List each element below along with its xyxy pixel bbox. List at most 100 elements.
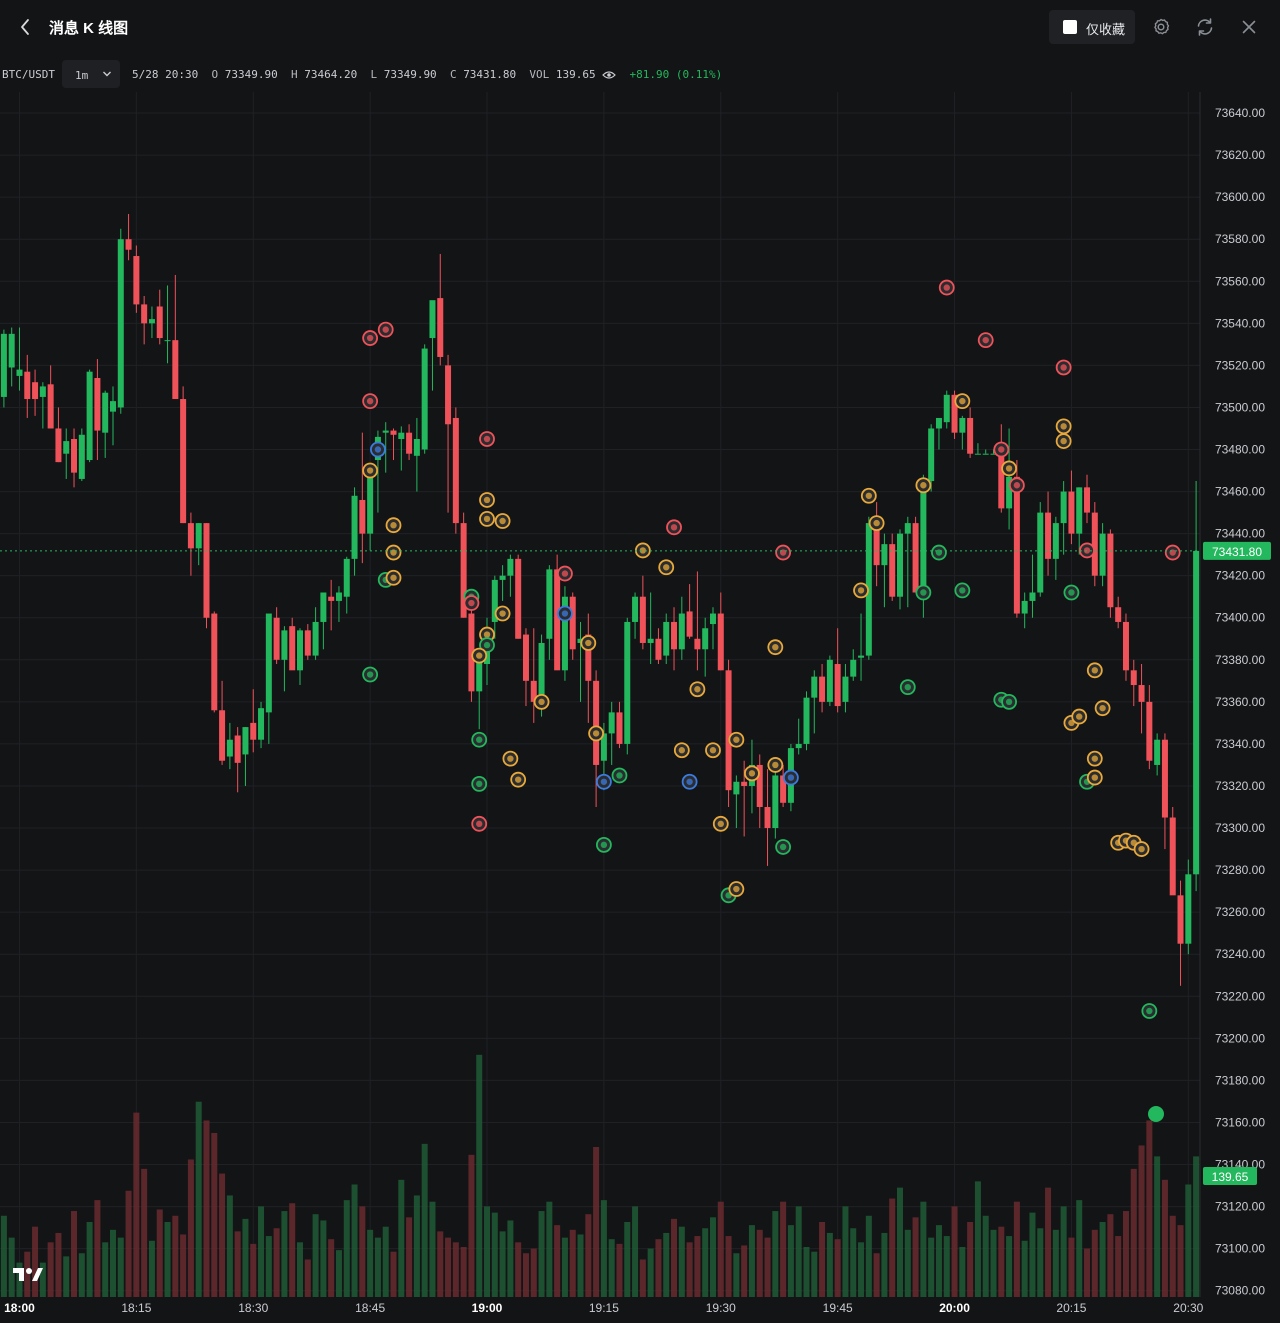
candle-body	[920, 481, 927, 593]
volume-bar	[273, 1228, 280, 1297]
volume-bar	[585, 1214, 592, 1297]
message-marker-avatar	[561, 570, 569, 577]
volume-bar	[663, 1232, 670, 1297]
volume-bar	[795, 1206, 802, 1297]
volume-bar	[258, 1206, 265, 1297]
volume-bar	[1122, 1211, 1129, 1297]
price-tick-label: 73360.00	[1215, 695, 1265, 709]
volume-bar	[819, 1222, 826, 1297]
time-tick-label: 20:30	[1173, 1301, 1203, 1315]
ohlc-readout: 5/28 20:30 O 73349.90 H 73464.20 L 73349…	[132, 68, 722, 81]
message-marker-avatar	[779, 843, 787, 851]
volume-bar	[1091, 1229, 1098, 1297]
message-marker-avatar	[998, 446, 1005, 453]
message-marker-avatar	[733, 736, 740, 743]
volume-bar	[694, 1236, 701, 1297]
message-marker-avatar	[476, 736, 483, 743]
price-tick-label: 73400.00	[1215, 611, 1265, 625]
high-label: H	[290, 68, 298, 81]
message-marker-avatar	[483, 496, 491, 504]
candle-body	[826, 659, 833, 702]
candle-body	[928, 428, 935, 482]
message-marker-avatar	[507, 755, 514, 762]
volume-bar	[561, 1237, 568, 1297]
candle-body	[935, 417, 942, 429]
volume-bar	[203, 1120, 210, 1297]
candle-body	[678, 613, 685, 650]
candle-body	[335, 592, 342, 601]
candle-body	[686, 611, 693, 637]
price-tick-label: 73220.00	[1215, 989, 1265, 1003]
gear-icon	[1154, 18, 1170, 35]
candle-body	[647, 638, 654, 643]
time-tick-label: 18:45	[355, 1301, 385, 1315]
time-tick-label: 20:00	[939, 1301, 970, 1315]
price-tick-label: 73580.00	[1215, 232, 1265, 246]
message-marker-avatar	[982, 336, 989, 344]
eye-icon[interactable]	[602, 70, 617, 80]
candle-body	[250, 722, 257, 740]
volume-bar	[164, 1222, 171, 1297]
volume-bar	[1130, 1168, 1137, 1297]
checkbox-box[interactable]	[1063, 20, 1077, 34]
favorites-only-checkbox[interactable]: 仅收藏	[1049, 10, 1135, 44]
close-button[interactable]	[1237, 15, 1261, 39]
volume-bar	[546, 1201, 553, 1297]
message-marker-avatar	[1083, 547, 1091, 554]
candle-body	[819, 676, 826, 702]
volume-bar	[445, 1237, 452, 1297]
message-marker-avatar	[920, 482, 927, 489]
volume-bar	[0, 1215, 7, 1297]
price-tick-label: 73240.00	[1215, 947, 1265, 961]
candle-body	[639, 596, 646, 643]
volume-bar	[47, 1242, 54, 1297]
candle-body	[125, 239, 132, 250]
volume-bar	[421, 1143, 428, 1297]
volume-bar	[577, 1234, 584, 1297]
candle-body	[0, 333, 7, 397]
back-button[interactable]	[14, 14, 38, 40]
volume-bar	[569, 1229, 576, 1297]
volume-bar	[1060, 1206, 1067, 1297]
volume-bar	[343, 1200, 350, 1297]
volume-bar	[437, 1231, 444, 1297]
volume-bar	[725, 1236, 732, 1297]
candle-body	[281, 630, 288, 660]
message-marker-avatar	[600, 778, 608, 785]
volume-bar	[1068, 1237, 1075, 1297]
message-marker-avatar	[366, 397, 374, 405]
volume-bar	[71, 1211, 78, 1297]
volume-bar	[320, 1220, 327, 1297]
volume-bar	[195, 1101, 202, 1297]
volume-bar	[180, 1234, 187, 1297]
volume-bar	[468, 1154, 475, 1297]
settings-button[interactable]	[1149, 15, 1173, 39]
volume-bar	[982, 1215, 989, 1297]
message-marker-avatar	[717, 820, 724, 828]
candle-body	[390, 430, 397, 435]
price-tick-label: 73180.00	[1215, 1073, 1265, 1087]
price-chart[interactable]: 73640.00 73620.00 73600.00 73580.00 73560.00…	[0, 92, 1280, 1323]
volume-bar	[616, 1243, 623, 1297]
message-marker-avatar	[779, 549, 787, 556]
volume-bar	[398, 1179, 405, 1297]
interval-select[interactable]: 1m	[62, 60, 120, 88]
candle-body	[382, 430, 389, 433]
chart-grid	[0, 92, 1200, 1297]
message-marker-avatar	[772, 643, 779, 651]
message-marker-avatar	[1076, 713, 1083, 720]
volume-bar	[678, 1226, 685, 1297]
message-marker-avatar	[1138, 845, 1145, 853]
message-marker-avatar	[865, 492, 873, 499]
volume-bar	[1099, 1222, 1106, 1297]
volume-bar	[429, 1201, 436, 1297]
candle-body	[1154, 739, 1161, 765]
candle-body	[172, 340, 179, 400]
volume-bar	[959, 1247, 966, 1297]
candle-body	[717, 613, 724, 671]
top-toolbar: 消息 K 线图 仅收藏	[0, 0, 1280, 54]
price-tick-label: 73540.00	[1215, 316, 1265, 330]
volume-bar	[671, 1218, 678, 1297]
message-marker-avatar	[663, 564, 670, 571]
refresh-button[interactable]	[1193, 15, 1217, 39]
